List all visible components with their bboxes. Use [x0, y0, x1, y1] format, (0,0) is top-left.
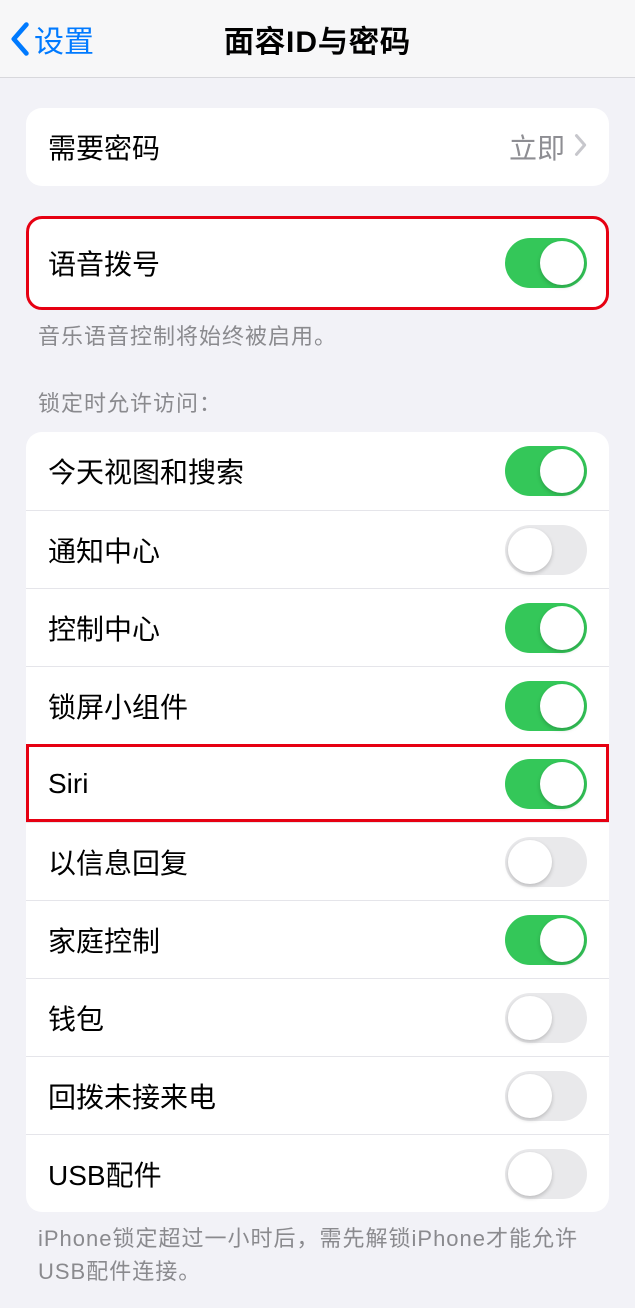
lock-item-label: 家庭控制	[48, 920, 505, 960]
row-lock-item: 通知中心	[26, 510, 609, 588]
lock-item-label: Siri	[48, 768, 505, 800]
lock-item-label: 控制中心	[48, 608, 505, 648]
back-label: 设置	[34, 17, 94, 61]
require-passcode-label: 需要密码	[48, 127, 509, 167]
group-voice-dial: 语音拨号	[26, 216, 609, 310]
lock-access-header: 锁定时允许访问：	[38, 387, 597, 420]
lock-item-toggle[interactable]	[505, 525, 587, 575]
voice-dial-label: 语音拨号	[48, 243, 505, 283]
lock-item-label: 锁屏小组件	[48, 686, 505, 726]
page-title: 面容ID与密码	[224, 17, 411, 61]
lock-item-toggle[interactable]	[505, 915, 587, 965]
row-voice-dial: 语音拨号	[26, 216, 609, 310]
lock-item-label: 以信息回复	[48, 842, 505, 882]
row-require-passcode[interactable]: 需要密码 立即	[26, 108, 609, 186]
row-lock-item: 控制中心	[26, 588, 609, 666]
row-lock-item: Siri	[26, 744, 609, 822]
lock-item-label: 回拨未接来电	[48, 1076, 505, 1116]
lock-item-toggle[interactable]	[505, 1149, 587, 1199]
lock-item-toggle[interactable]	[505, 759, 587, 809]
chevron-right-icon	[573, 133, 587, 162]
voice-dial-footnote: 音乐语音控制将始终被启用。	[38, 320, 597, 353]
row-lock-item: 家庭控制	[26, 900, 609, 978]
row-lock-item: USB配件	[26, 1134, 609, 1212]
back-button[interactable]: 设置	[10, 0, 94, 78]
lock-item-label: USB配件	[48, 1154, 505, 1194]
lock-item-label: 通知中心	[48, 530, 505, 570]
usb-footnote: iPhone锁定超过一小时后，需先解锁iPhone才能允许USB配件连接。	[38, 1222, 597, 1288]
lock-item-label: 今天视图和搜索	[48, 451, 505, 491]
row-lock-item: 钱包	[26, 978, 609, 1056]
lock-item-toggle[interactable]	[505, 446, 587, 496]
lock-item-toggle[interactable]	[505, 603, 587, 653]
chevron-left-icon	[10, 21, 32, 57]
group-lock-access: 今天视图和搜索通知中心控制中心锁屏小组件 Siri 以信息回复家庭控制钱包回拨未接来…	[26, 432, 609, 1212]
lock-item-label: 钱包	[48, 998, 505, 1038]
lock-item-toggle[interactable]	[505, 681, 587, 731]
lock-item-toggle[interactable]	[505, 993, 587, 1043]
lock-item-toggle[interactable]	[505, 837, 587, 887]
lock-item-toggle[interactable]	[505, 1071, 587, 1121]
navbar: 设置 面容ID与密码	[0, 0, 635, 78]
require-passcode-value: 立即	[509, 127, 565, 167]
group-require-passcode: 需要密码 立即	[26, 108, 609, 186]
row-lock-item: 锁屏小组件	[26, 666, 609, 744]
row-lock-item: 今天视图和搜索	[26, 432, 609, 510]
voice-dial-toggle[interactable]	[505, 238, 587, 288]
row-lock-item: 回拨未接来电	[26, 1056, 609, 1134]
row-lock-item: 以信息回复	[26, 822, 609, 900]
